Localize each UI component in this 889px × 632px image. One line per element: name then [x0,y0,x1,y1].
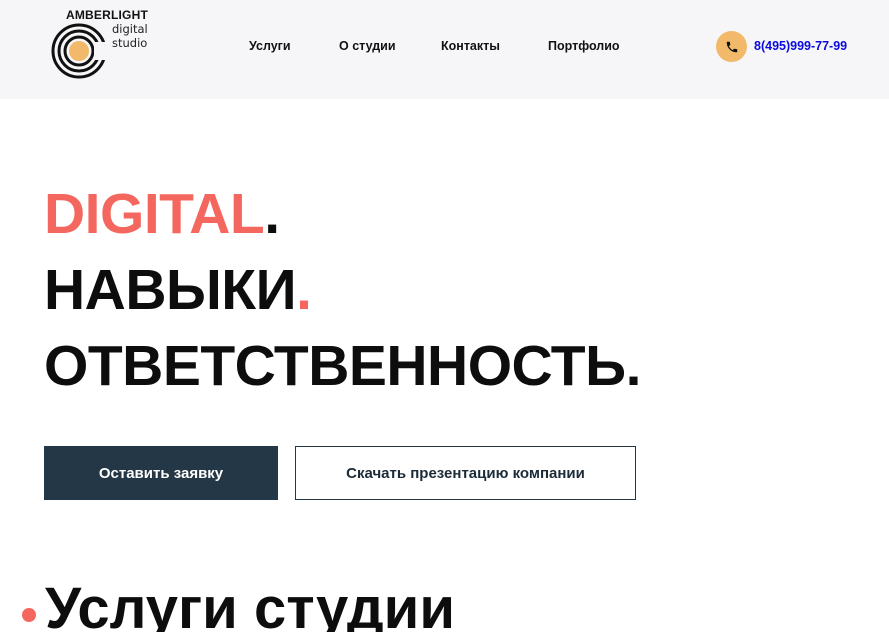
hero-line-2: НАВЫКИ. [44,258,312,322]
nav-item-services[interactable]: Услуги [249,39,291,53]
phone-number-link[interactable]: 8(495)999-77-99 [754,39,847,53]
section-bullet-dot [22,608,36,622]
hero-accent-word: DIGITAL [44,182,265,246]
brand-name: AMBERLIGHT [66,8,148,22]
hero-accent-dot: . [296,258,312,322]
nav-item-contacts[interactable]: Контакты [441,39,500,53]
download-presentation-button[interactable]: Скачать презентацию компании [295,446,636,500]
hero-line-1: DIGITAL. [44,182,280,246]
services-title: Услуги студии [45,576,455,632]
phone-handset-icon [726,41,737,52]
hero-line-3: ОТВЕТСТВЕННОСТЬ. [44,334,641,398]
nav-item-portfolio[interactable]: Портфолио [548,39,620,53]
phone-icon[interactable] [716,31,747,62]
hero-word-skills: НАВЫКИ [44,258,297,322]
submit-request-button[interactable]: Оставить заявку [44,446,278,500]
brand-subtitle-line1: digital [112,22,148,36]
nav-item-about[interactable]: О студии [339,39,396,53]
site-header: AMBERLIGHT digital studio Услуги О студи… [0,0,889,99]
hero-dot: . [264,182,280,246]
